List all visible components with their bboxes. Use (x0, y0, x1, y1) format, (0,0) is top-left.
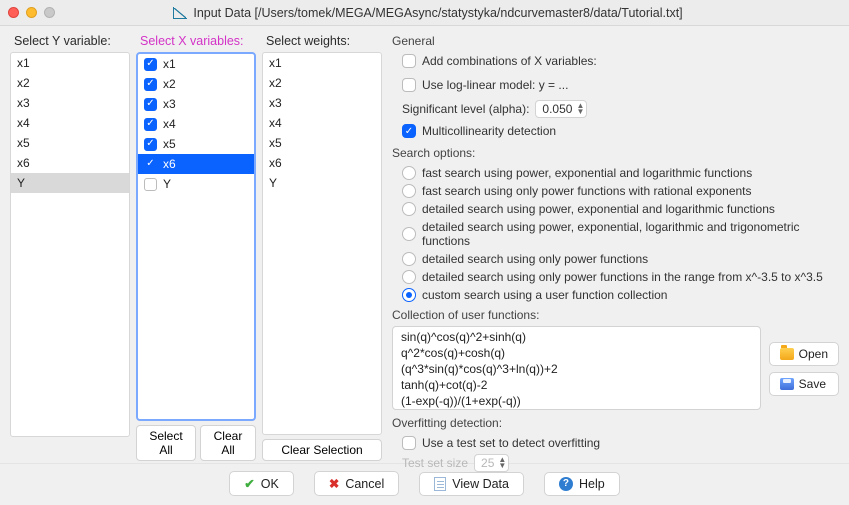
list-item[interactable]: Y (11, 173, 129, 193)
checkbox-icon[interactable] (144, 158, 157, 171)
multicollinearity-checkbox[interactable] (402, 124, 416, 138)
list-item[interactable]: x5 (263, 133, 381, 153)
help-icon: ? (559, 477, 573, 491)
cancel-button[interactable]: ✖Cancel (314, 471, 399, 496)
y-listbox[interactable]: x1 x2 x3 x4 x5 x6 Y (10, 52, 130, 437)
add-combinations-checkbox[interactable] (402, 54, 416, 68)
overfit-label: Use a test set to detect overfitting (422, 436, 600, 450)
alpha-field[interactable]: 0.050 ▲▼ (535, 100, 587, 118)
overfit-checkbox[interactable] (402, 436, 416, 450)
loglinear-checkbox[interactable] (402, 78, 416, 92)
search-radio[interactable] (402, 202, 416, 216)
list-item[interactable]: Y (138, 174, 254, 194)
loglinear-label: Use log-linear model: y = ... (422, 78, 568, 92)
search-radio[interactable] (402, 252, 416, 266)
search-radio[interactable] (402, 166, 416, 180)
window-title-text: Input Data [/Users/tomek/MEGA/MEGAsync/s… (193, 6, 682, 20)
list-item[interactable]: x3 (263, 93, 381, 113)
w-listbox[interactable]: x1 x2 x3 x4 x5 x6 Y (262, 52, 382, 435)
view-data-button[interactable]: View Data (419, 472, 524, 496)
list-item[interactable]: x6 (138, 154, 254, 174)
save-button[interactable]: Save (769, 372, 839, 396)
testsize-label: Test set size (402, 456, 468, 470)
list-item[interactable]: x2 (138, 74, 254, 94)
list-item[interactable]: x5 (138, 134, 254, 154)
clear-all-button[interactable]: Clear All (200, 425, 256, 461)
overfit-header: Overfitting detection: (392, 416, 839, 430)
checkbox-icon[interactable] (144, 118, 157, 131)
folder-icon (780, 348, 794, 360)
list-item[interactable]: x5 (11, 133, 129, 153)
app-icon (173, 7, 187, 19)
list-item[interactable]: x6 (11, 153, 129, 173)
stepper-icon[interactable]: ▲▼ (576, 103, 584, 115)
multicollinearity-label: Multicollinearity detection (422, 124, 556, 138)
add-combinations-label: Add combinations of X variables: (422, 54, 597, 68)
checkbox-icon[interactable] (144, 58, 157, 71)
general-header: General (392, 34, 839, 48)
stepper-icon: ▲▼ (498, 457, 506, 469)
list-item[interactable]: x2 (263, 73, 381, 93)
search-radio[interactable] (402, 227, 416, 241)
list-item[interactable]: x3 (138, 94, 254, 114)
userfn-header: Collection of user functions: (392, 308, 839, 322)
checkbox-icon[interactable] (144, 78, 157, 91)
select-all-button[interactable]: Select All (136, 425, 196, 461)
search-radio[interactable] (402, 184, 416, 198)
cross-icon: ✖ (329, 476, 339, 491)
ok-button[interactable]: ✔OK (229, 471, 294, 496)
list-item[interactable]: x6 (263, 153, 381, 173)
list-item[interactable]: x1 (138, 54, 254, 74)
x-header: Select X variables: (140, 34, 256, 48)
window-title: Input Data [/Users/tomek/MEGA/MEGAsync/s… (15, 6, 841, 20)
x-listbox[interactable]: x1 x2 x3 x4 x5 x6 Y (136, 52, 256, 421)
y-header: Select Y variable: (14, 34, 130, 48)
check-icon: ✔ (244, 476, 254, 491)
save-icon (780, 378, 794, 390)
titlebar: Input Data [/Users/tomek/MEGA/MEGAsync/s… (0, 0, 849, 26)
clear-selection-button[interactable]: Clear Selection (262, 439, 382, 461)
w-header: Select weights: (266, 34, 382, 48)
checkbox-icon[interactable] (144, 98, 157, 111)
list-item[interactable]: x4 (263, 113, 381, 133)
list-item[interactable]: x4 (11, 113, 129, 133)
open-button[interactable]: Open (769, 342, 839, 366)
list-item[interactable]: Y (263, 173, 381, 193)
help-button[interactable]: ?Help (544, 472, 620, 496)
search-radio[interactable] (402, 288, 416, 302)
alpha-label: Significant level (alpha): (402, 102, 529, 116)
list-item[interactable]: x4 (138, 114, 254, 134)
checkbox-icon[interactable] (144, 178, 157, 191)
list-item[interactable]: x2 (11, 73, 129, 93)
list-item[interactable]: x3 (11, 93, 129, 113)
user-functions-textarea[interactable]: sin(q)^cos(q)^2+sinh(q) q^2*cos(q)+cosh(… (392, 326, 761, 410)
testsize-field: 25 ▲▼ (474, 454, 509, 472)
list-item[interactable]: x1 (263, 53, 381, 73)
list-item[interactable]: x1 (11, 53, 129, 73)
checkbox-icon[interactable] (144, 138, 157, 151)
document-icon (434, 477, 446, 491)
search-radio[interactable] (402, 270, 416, 284)
search-header: Search options: (392, 146, 839, 160)
